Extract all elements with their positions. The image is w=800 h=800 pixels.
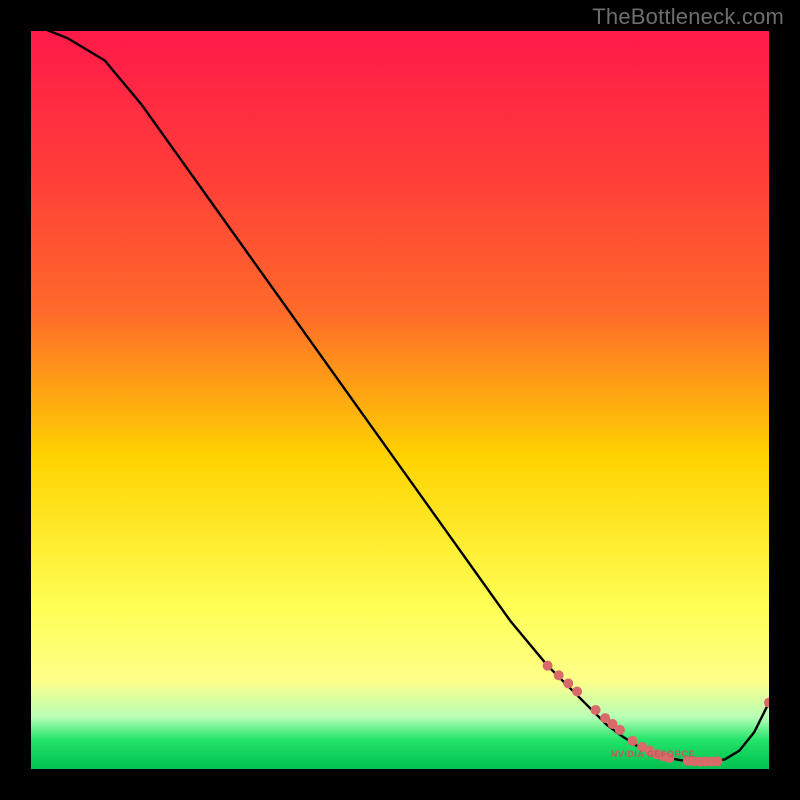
- watermark-text: TheBottleneck.com: [592, 4, 784, 30]
- curve-marker-dot: [563, 678, 573, 688]
- curve-marker-dot: [591, 705, 601, 715]
- curve-marker-dot: [627, 736, 637, 746]
- curve-marker-dot: [572, 687, 582, 697]
- curve-marker-dot: [615, 725, 625, 735]
- gradient-background: [31, 31, 769, 769]
- inner-label: NVIDIA GEFORCE: [611, 749, 695, 759]
- curve-marker-dot: [543, 661, 553, 671]
- curve-marker-dot: [764, 698, 774, 708]
- chart-stage: TheBottleneck.com NVIDIA GEFORCE: [0, 0, 800, 800]
- bottleneck-chart: NVIDIA GEFORCE: [0, 0, 800, 800]
- curve-marker-dot: [712, 756, 722, 766]
- curve-marker-dot: [554, 670, 564, 680]
